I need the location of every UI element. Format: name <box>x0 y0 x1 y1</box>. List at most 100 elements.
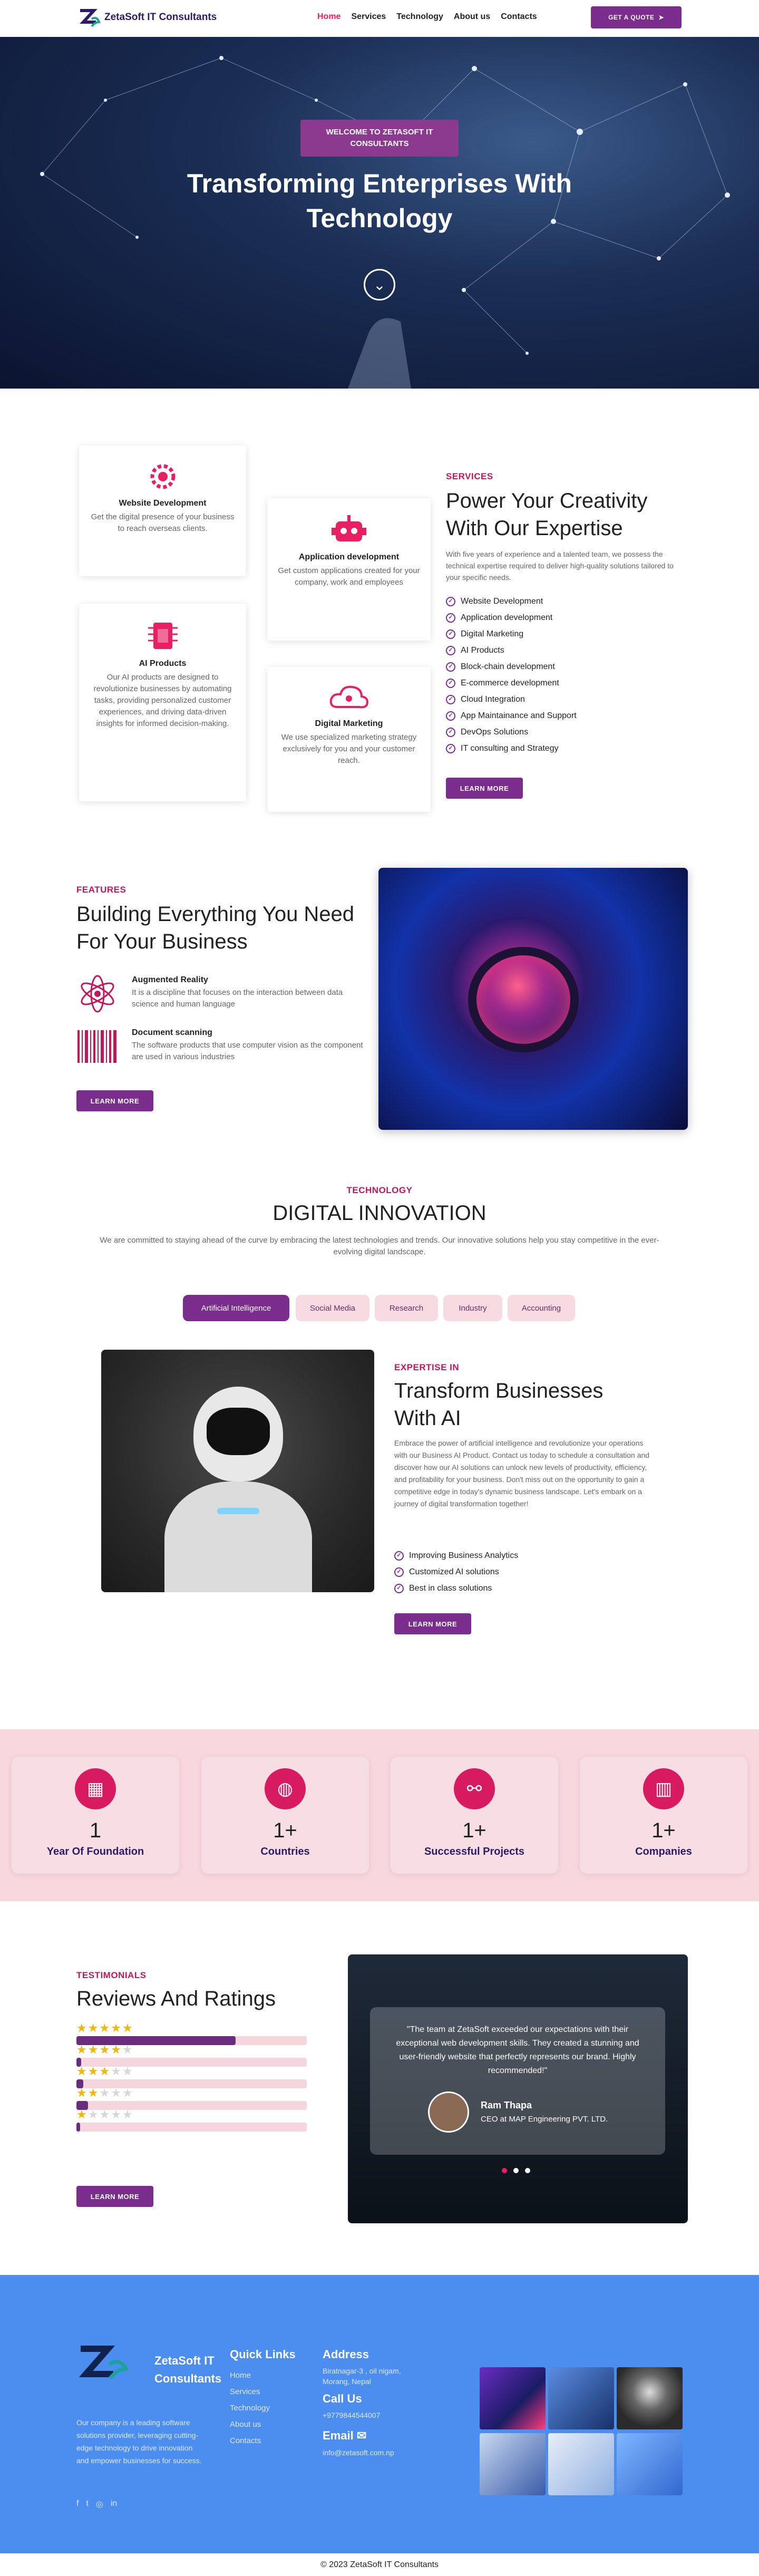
star-rating: ★★★★★ <box>76 2086 307 2100</box>
footer-link-technology[interactable]: Technology <box>230 2400 270 2416</box>
tab-social-media[interactable]: Social Media <box>296 1295 369 1321</box>
service-card-app[interactable]: Application development Get custom appli… <box>267 498 431 641</box>
nav-link-home[interactable]: Home <box>317 12 340 22</box>
nav-link-contacts[interactable]: Contacts <box>501 12 537 22</box>
footer-logo-icon[interactable] <box>76 2343 148 2386</box>
email-text[interactable]: info@zetasoft.com.np <box>323 2446 394 2459</box>
logo-icon[interactable] <box>78 6 101 30</box>
expertise-title: Transform Businesses With AI <box>394 1379 604 1430</box>
services-eyebrow: SERVICES <box>446 471 493 481</box>
star-icon: ★ <box>99 2086 111 2099</box>
scroll-down-icon[interactable]: ⌄ <box>364 269 395 301</box>
star-icon: ★ <box>111 2108 122 2121</box>
star-rating: ★★★★★ <box>76 2065 307 2078</box>
testimonials-learn-more-button[interactable]: LEARN MORE <box>76 2186 153 2207</box>
get-quote-button[interactable]: GET A QUOTE ➤ <box>591 6 682 28</box>
star-icon: ★ <box>99 2043 111 2056</box>
hero-badge: WELCOME TO ZETASOFT IT CONSULTANTS <box>300 120 459 157</box>
tab-industry[interactable]: Industry <box>443 1295 502 1321</box>
gallery-image[interactable] <box>617 2433 683 2495</box>
rating-row: ★★★★★ <box>76 2086 307 2110</box>
star-icon: ★ <box>76 2043 88 2056</box>
footer-brand: ZetaSoft IT Consultants <box>154 2354 222 2385</box>
list-item: ✓ Customized AI solutions <box>394 1564 518 1580</box>
robot-body-shape <box>164 1481 312 1592</box>
slider-dots <box>502 2168 530 2173</box>
phone-text[interactable]: +9779844544007 <box>323 2409 380 2422</box>
rating-bar <box>76 2123 307 2132</box>
address-title: Address <box>323 2348 369 2361</box>
facebook-icon[interactable]: f <box>76 2499 79 2510</box>
nav-link-technology[interactable]: Technology <box>396 12 443 22</box>
brand-name[interactable]: ZetaSoft IT Consultants <box>104 12 217 23</box>
expertise-learn-more-button[interactable]: LEARN MORE <box>394 1613 471 1634</box>
testimonials-eyebrow: TESTIMONIALS <box>76 1970 147 1980</box>
nav-links: Home Services Technology About us Contac… <box>317 12 537 22</box>
get-quote-label: GET A QUOTE <box>608 14 655 21</box>
cloud-icon <box>329 685 368 709</box>
list-item: ✓ Cloud Integration <box>446 691 577 708</box>
slider-dot-active[interactable] <box>502 2168 507 2173</box>
avatar <box>428 2091 469 2133</box>
testimonial-role: CEO at MAP Engineering PVT. LTD. <box>481 2115 608 2124</box>
tab-research[interactable]: Research <box>375 1295 438 1321</box>
linkedin-icon[interactable]: in <box>111 2499 117 2510</box>
tab-artificial-intelligence[interactable]: Artificial Intelligence <box>183 1295 289 1321</box>
services-text: With five years of experience and a tale… <box>446 550 674 582</box>
footer-link-contacts[interactable]: Contacts <box>230 2433 270 2449</box>
services-learn-more-button[interactable]: LEARN MORE <box>446 778 523 799</box>
expertise-text: Embrace the power of artificial intellig… <box>394 1439 650 1508</box>
gallery-image[interactable] <box>480 2367 546 2429</box>
check-icon: ✓ <box>446 678 455 688</box>
star-icon: ★ <box>76 2086 88 2099</box>
robot-icon <box>332 515 366 541</box>
features-title: Building Everything You Need For Your Bu… <box>76 903 355 953</box>
stat-label: Companies <box>635 1846 692 1857</box>
service-card-marketing[interactable]: Digital Marketing We use specialized mar… <box>267 667 431 812</box>
robot-light-shape <box>217 1508 259 1514</box>
gallery-image[interactable] <box>480 2433 546 2495</box>
service-card-web[interactable]: Website Development Get the digital pres… <box>79 446 246 576</box>
list-item: ✓ Application development <box>446 609 577 626</box>
list-item: ✓ Block-chain development <box>446 658 577 675</box>
gear-icon <box>150 464 175 489</box>
robot-visor-shape <box>207 1408 270 1455</box>
network-icon: ⚯ <box>454 1768 495 1809</box>
star-icon: ★ <box>99 2108 111 2121</box>
globe-icon: ◍ <box>265 1768 306 1809</box>
feature-item-ar: Augmented Reality It is a discipline tha… <box>132 975 369 1010</box>
star-icon: ★ <box>122 2108 134 2121</box>
gallery-image[interactable] <box>617 2367 683 2429</box>
features-eyebrow: FEATURES <box>76 885 126 895</box>
check-icon: ✓ <box>394 1551 404 1561</box>
check-icon: ✓ <box>394 1567 404 1577</box>
check-icon: ✓ <box>446 662 455 672</box>
hero-section: WELCOME TO ZETASOFT IT CONSULTANTS Trans… <box>0 37 759 389</box>
nav-link-about[interactable]: About us <box>454 12 490 22</box>
address-text: Biratnagar-3 , oil nigam, Morang, Nepal <box>323 2367 401 2386</box>
star-rating: ★★★★★ <box>76 2108 307 2122</box>
service-card-ai[interactable]: AI Products Our AI products are designed… <box>79 604 246 801</box>
footer-link-about[interactable]: About us <box>230 2416 270 2433</box>
rating-row: ★★★★★ <box>76 2108 307 2132</box>
slider-dot[interactable] <box>513 2168 519 2173</box>
stat-card-countries: ◍ 1+ Countries <box>201 1757 369 1874</box>
expertise-eyebrow: EXPERTISE IN <box>394 1362 460 1372</box>
expertise-list: ✓ Improving Business Analytics ✓ Customize… <box>394 1547 518 1596</box>
social-links: f t ◎ in <box>76 2499 117 2510</box>
check-icon: ✓ <box>446 645 455 655</box>
instagram-icon[interactable]: ◎ <box>96 2499 103 2510</box>
star-icon: ★ <box>87 2043 100 2056</box>
nav-link-services[interactable]: Services <box>351 12 386 22</box>
gallery-image[interactable] <box>548 2367 614 2429</box>
slider-dot[interactable] <box>525 2168 530 2173</box>
gallery-image[interactable] <box>548 2433 614 2495</box>
footer-link-services[interactable]: Services <box>230 2384 270 2400</box>
features-learn-more-button[interactable]: LEARN MORE <box>76 1090 153 1111</box>
twitter-icon[interactable]: t <box>86 2499 88 2510</box>
service-card-text: Our AI products are designed to revoluti… <box>93 673 232 728</box>
testimonial-card: "The team at ZetaSoft exceeded our expec… <box>370 2007 665 2155</box>
star-icon: ★ <box>122 2021 134 2035</box>
tab-accounting[interactable]: Accounting <box>508 1295 575 1321</box>
footer-link-home[interactable]: Home <box>230 2367 270 2384</box>
